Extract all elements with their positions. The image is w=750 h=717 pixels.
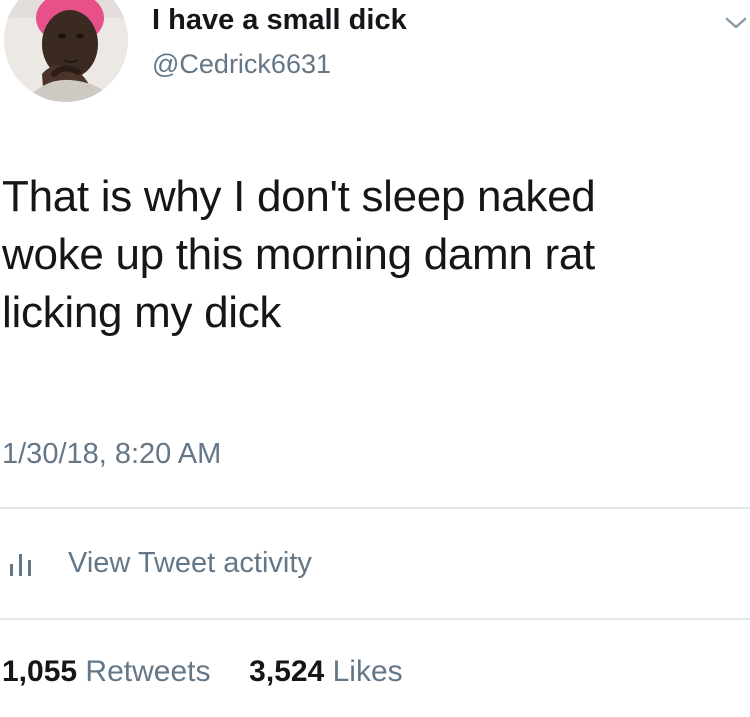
divider xyxy=(0,618,750,620)
tweet-body: That is why I don't sleep naked woke up … xyxy=(2,168,747,342)
profile-photo-icon xyxy=(4,0,128,102)
bar-chart-icon xyxy=(8,548,42,578)
author-display-name[interactable]: I have a small dick xyxy=(152,4,407,37)
tweet-header: I have a small dick @Cedrick6631 xyxy=(0,0,750,120)
retweets-label: Retweets xyxy=(85,655,211,688)
likes-count: 3,524 xyxy=(249,655,325,688)
tweet-text-line: woke up this morning damn rat xyxy=(2,230,595,279)
retweets-stat[interactable]: 1,055 Retweets xyxy=(2,655,219,688)
likes-label: Likes xyxy=(332,655,403,688)
avatar[interactable] xyxy=(4,0,128,102)
tweet-text-line: licking my dick xyxy=(2,288,282,337)
tweet-stats: 1,055 Retweets 3,524 Likes xyxy=(2,655,403,689)
author-handle[interactable]: @Cedrick6631 xyxy=(152,49,331,80)
tweet-text-line: That is why I don't sleep naked xyxy=(2,172,596,221)
view-tweet-activity-button[interactable]: View Tweet activity xyxy=(0,540,312,586)
retweets-count: 1,055 xyxy=(2,655,78,688)
divider xyxy=(0,507,750,509)
likes-stat[interactable]: 3,524 Likes xyxy=(249,655,402,688)
tweet-timestamp[interactable]: 1/30/18, 8:20 AM xyxy=(2,438,221,471)
view-tweet-activity-label: View Tweet activity xyxy=(68,546,312,579)
chevron-down-icon[interactable] xyxy=(724,14,748,32)
